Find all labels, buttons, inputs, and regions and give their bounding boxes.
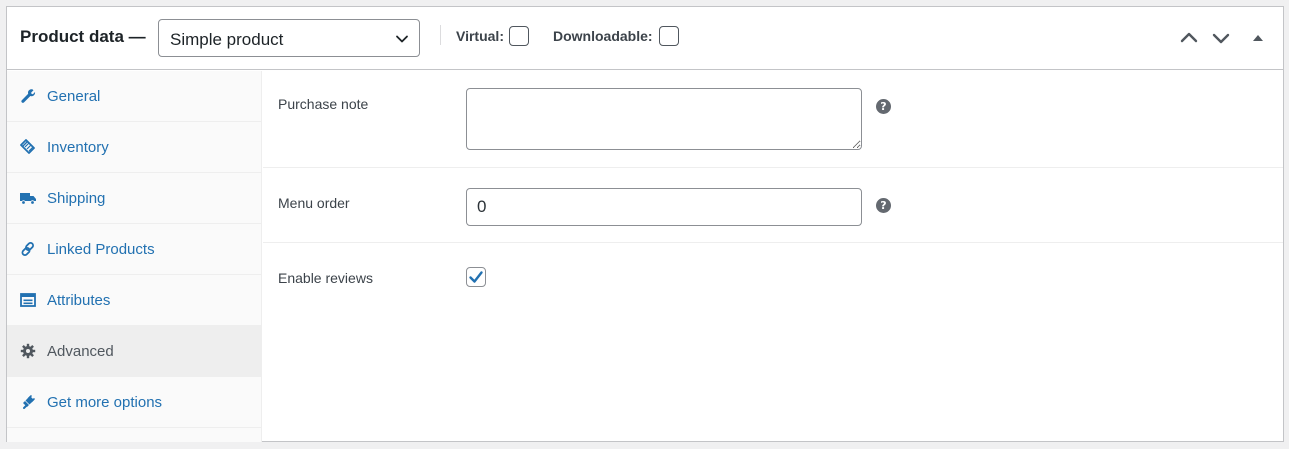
virtual-checkbox[interactable] <box>509 26 529 46</box>
tab-get-more-options-label: Get more options <box>47 394 163 411</box>
tab-inventory-label: Inventory <box>47 139 109 156</box>
tab-attributes[interactable]: Attributes <box>7 275 261 326</box>
downloadable-checkbox[interactable] <box>659 26 679 46</box>
chevron-down-icon <box>396 35 408 43</box>
collapse-icon[interactable] <box>1251 31 1265 45</box>
list-icon <box>20 293 36 307</box>
move-down-icon[interactable] <box>1211 28 1231 48</box>
downloadable-label: Downloadable: <box>553 28 653 44</box>
link-icon <box>21 242 34 256</box>
plug-icon <box>23 395 35 409</box>
tab-get-more-options[interactable]: Get more options <box>7 377 261 428</box>
tab-inventory[interactable]: Inventory <box>7 122 261 173</box>
tab-linked-products[interactable]: Linked Products <box>7 224 261 275</box>
enable-reviews-label: Enable reviews <box>278 270 373 286</box>
wrench-icon <box>21 89 36 103</box>
panel-header: Product data — Simple product Virtual: D… <box>7 7 1283 70</box>
tab-linked-products-label: Linked Products <box>47 241 155 258</box>
purchase-note-label: Purchase note <box>278 96 369 112</box>
menu-order-help-icon[interactable]: ? <box>876 198 891 213</box>
tag-icon <box>20 139 35 154</box>
enable-reviews-checkbox[interactable] <box>466 267 486 287</box>
purchase-note-textarea[interactable] <box>466 88 862 150</box>
tab-shipping[interactable]: Shipping <box>7 173 261 224</box>
checkmark-icon <box>469 271 483 283</box>
purchase-note-row: Purchase note ? <box>263 71 1283 168</box>
menu-order-label: Menu order <box>278 195 350 211</box>
enable-reviews-row: Enable reviews <box>263 243 1283 303</box>
panel-title: Product data — <box>20 27 146 46</box>
gear-icon <box>20 343 36 359</box>
tab-advanced[interactable]: Advanced <box>7 326 261 377</box>
product-data-panel: Product data — Simple product Virtual: D… <box>6 6 1284 442</box>
tab-general[interactable]: General <box>7 71 261 122</box>
truck-icon <box>20 193 36 205</box>
advanced-options-panel: Purchase note ? Menu order ? Enable revi… <box>263 71 1283 442</box>
header-divider <box>440 25 441 45</box>
product-data-tabs: General Inventory Shipping Linked Produc… <box>7 71 262 442</box>
tab-advanced-label: Advanced <box>47 343 114 360</box>
virtual-label: Virtual: <box>456 28 504 44</box>
menu-order-input[interactable] <box>466 188 862 226</box>
menu-order-row: Menu order ? <box>263 168 1283 243</box>
move-up-icon[interactable] <box>1179 28 1199 48</box>
product-type-select[interactable]: Simple product <box>158 19 420 57</box>
product-type-value: Simple product <box>170 30 284 49</box>
tab-shipping-label: Shipping <box>47 190 106 207</box>
tab-general-label: General <box>47 88 101 105</box>
tab-attributes-label: Attributes <box>47 292 111 309</box>
purchase-note-help-icon[interactable]: ? <box>876 99 891 114</box>
